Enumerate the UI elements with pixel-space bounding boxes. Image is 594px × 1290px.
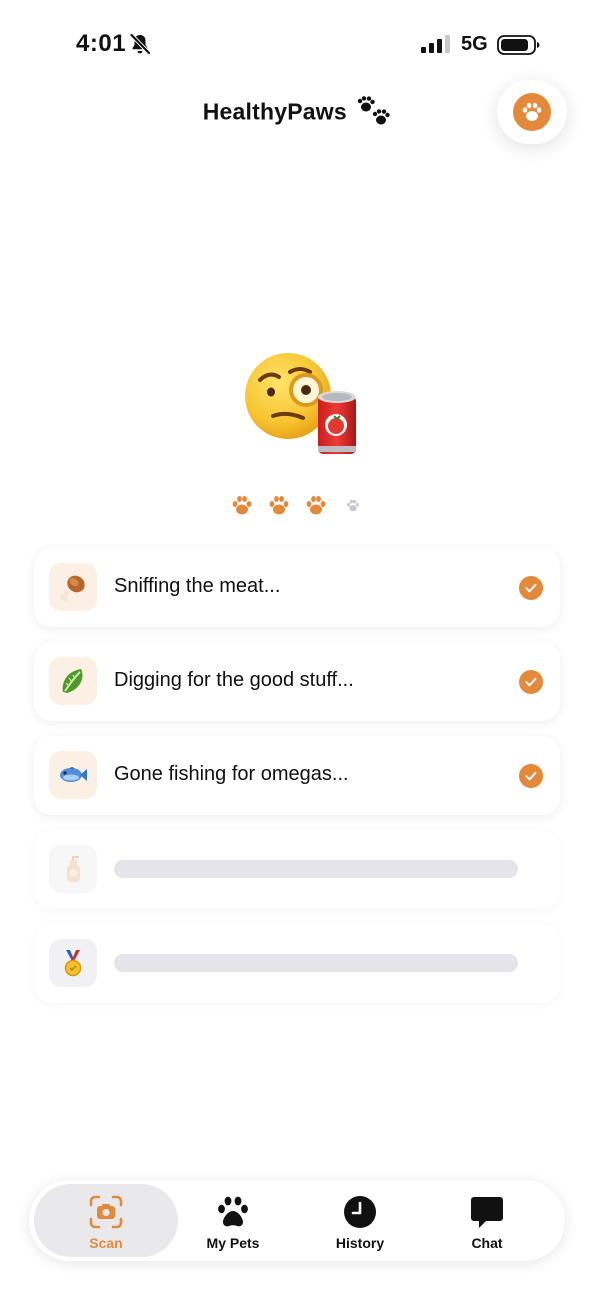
medal-icon [49, 939, 97, 987]
tab-label: Chat [471, 1235, 503, 1251]
list-item-pending [34, 924, 560, 1003]
tab-bar: Scan My Pets History Chat [29, 1180, 565, 1261]
paw-icon [522, 102, 542, 121]
clock-icon [344, 1196, 376, 1228]
progress-paw-filled-icon [306, 496, 326, 515]
step-label: Digging for the good stuff... [114, 669, 354, 691]
tab-label: Scan [89, 1235, 123, 1251]
monocle-face-icon [245, 353, 356, 454]
progress-paw-filled-icon [269, 496, 289, 515]
app-title: HealthyPaws [202, 98, 347, 125]
tab-chat[interactable]: Chat [415, 1184, 559, 1257]
status-time: 4:01 [76, 30, 127, 57]
checkmark-icon [519, 764, 543, 788]
loading-placeholder [114, 954, 518, 972]
progress-indicator [232, 496, 359, 515]
list-item: Digging for the good stuff... [34, 642, 560, 721]
fish-icon [49, 751, 97, 799]
chat-bubble-icon [471, 1197, 503, 1228]
step-label: Sniffing the meat... [114, 575, 281, 597]
list-item: Gone fishing for omegas... [34, 736, 560, 815]
lettuce-icon [49, 657, 97, 705]
tab-history[interactable]: History [288, 1184, 432, 1257]
checkmark-icon [519, 670, 543, 694]
profile-avatar [513, 93, 551, 131]
list-item: Sniffing the meat... [34, 548, 560, 627]
step-label: Gone fishing for omegas... [114, 763, 349, 785]
tab-scan[interactable]: Scan [34, 1184, 178, 1257]
checkmark-icon [519, 576, 543, 600]
tab-label: My Pets [206, 1235, 260, 1251]
loading-placeholder [114, 860, 518, 878]
network-label: 5G [461, 33, 488, 55]
scan-steps-list: Sniffing the meat... Digging for the goo… [34, 548, 560, 1018]
bell-muted-icon [130, 33, 151, 55]
profile-button[interactable] [497, 80, 567, 144]
lotion-bottle-icon [49, 845, 97, 893]
paw-prints-icon [358, 96, 390, 125]
tab-my-pets[interactable]: My Pets [161, 1184, 305, 1257]
signal-icon [421, 35, 450, 53]
drumstick-icon [49, 563, 97, 611]
progress-paw-filled-icon [232, 496, 252, 515]
status-bar: 4:01 5G [0, 0, 594, 90]
battery-icon [497, 35, 540, 55]
progress-paw-empty-icon [347, 499, 359, 512]
tab-label: History [335, 1235, 385, 1251]
camera-scan-icon [89, 1195, 123, 1229]
list-item-pending [34, 830, 560, 909]
can-icon [318, 391, 356, 454]
paw-icon [218, 1196, 248, 1227]
